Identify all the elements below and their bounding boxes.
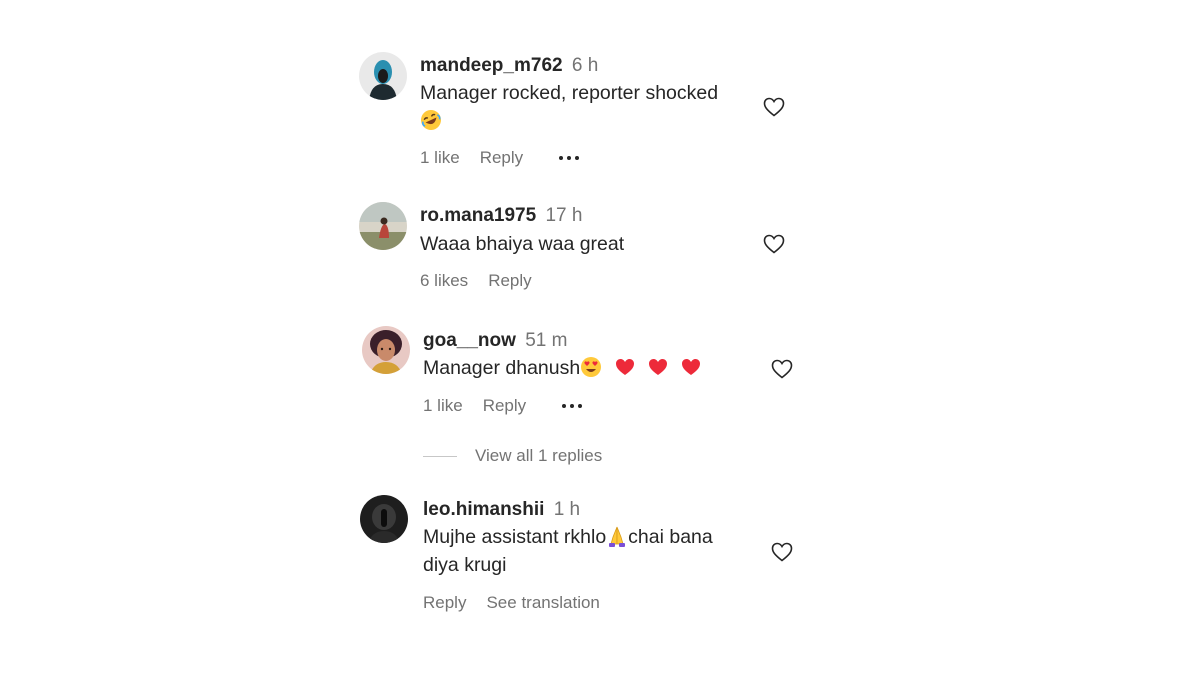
avatar[interactable] [359, 202, 407, 250]
rofl-emoji [420, 109, 442, 131]
heart-outline-icon[interactable] [762, 232, 786, 256]
timestamp[interactable]: 51 m [525, 330, 567, 351]
username[interactable]: ro.mana1975 [420, 205, 536, 226]
avatar[interactable] [360, 495, 408, 543]
heart-outline-icon[interactable] [770, 540, 794, 564]
comment-text-line: Manager rocked, reporter shocked [420, 82, 719, 104]
more-options-icon[interactable] [562, 404, 583, 408]
see-translation-button[interactable]: See translation [486, 592, 599, 614]
reply-button[interactable]: Reply [488, 270, 531, 292]
more-options-icon[interactable] [559, 156, 580, 160]
red-heart-emoji [647, 356, 669, 378]
red-heart-emoji [614, 356, 636, 378]
comment-text-line: diya krugi [423, 554, 507, 576]
comment-header: goa__now 51 m [423, 329, 567, 353]
username[interactable]: goa__now [423, 330, 516, 351]
heart-outline-icon[interactable] [770, 357, 794, 381]
heart-eyes-emoji [580, 356, 602, 378]
replies-divider [423, 455, 457, 457]
comment-header: mandeep_m762 6 h [420, 54, 598, 78]
comment-header: leo.himanshii 1 h [423, 498, 580, 522]
comment-actions: 1 like Reply [420, 147, 580, 169]
reply-button[interactable]: Reply [483, 395, 526, 417]
username[interactable]: mandeep_m762 [420, 55, 563, 76]
comment-text: Manager dhanush [423, 354, 763, 382]
comment-header: ro.mana1975 17 h [420, 204, 582, 228]
avatar[interactable] [362, 326, 410, 374]
view-replies-button[interactable]: View all 1 replies [423, 446, 602, 466]
heart-outline-icon[interactable] [762, 95, 786, 119]
comment-actions: 6 likes Reply [420, 270, 552, 292]
timestamp[interactable]: 1 h [554, 499, 580, 520]
comment-actions: 1 like Reply [423, 395, 583, 417]
comment-actions: Reply See translation [423, 592, 620, 614]
reply-button[interactable]: Reply [480, 147, 523, 169]
red-heart-emoji [680, 356, 702, 378]
folded-hands-emoji [606, 525, 628, 547]
username[interactable]: leo.himanshii [423, 499, 544, 520]
timestamp[interactable]: 6 h [572, 55, 598, 76]
comment-text: Waaa bhaiya waa great [420, 233, 625, 255]
reply-button[interactable]: Reply [423, 592, 466, 614]
timestamp[interactable]: 17 h [545, 205, 582, 226]
comment-text-part: chai bana [628, 526, 713, 548]
view-replies-label: View all 1 replies [475, 446, 603, 465]
comment-text-part: Mujhe assistant rkhlo [423, 526, 607, 548]
comment-text: Mujhe assistant rkhlo chai bana diya kru… [423, 523, 763, 579]
avatar[interactable] [359, 52, 407, 100]
comment-text-line: Manager dhanush [423, 357, 581, 379]
like-count[interactable]: 6 likes [420, 270, 468, 292]
comment-text: Manager rocked, reporter shocked [420, 79, 760, 135]
like-count[interactable]: 1 like [423, 395, 463, 417]
like-count[interactable]: 1 like [420, 147, 460, 169]
